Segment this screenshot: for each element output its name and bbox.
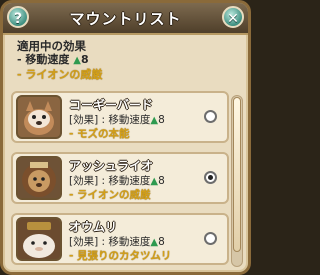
mount-item-ash-lion[interactable]: アッシュライオ [効果] : 移動速度▲8 - ライオンの威厳 <box>11 152 229 204</box>
mount-ability: - ライオンの威厳 <box>69 189 151 201</box>
active-effects-panel: 適用中の効果 - 移動速度 ▲8 - ライオンの威厳 <box>17 39 102 82</box>
help-button[interactable]: ? <box>7 6 29 28</box>
active-effect-speed: - 移動速度 ▲8 <box>17 53 102 68</box>
mount-effect-value: 8 <box>158 114 165 126</box>
mount-effect: [効果] : 移動速度▲8 <box>69 234 165 249</box>
mount-effect-value: 8 <box>158 175 165 187</box>
title-bar: ? マウントリスト ✕ <box>3 3 248 35</box>
window-title: マウントリスト <box>69 10 182 28</box>
mount-select-radio[interactable] <box>204 171 217 184</box>
radio-selected-dot <box>208 175 213 180</box>
close-icon: ✕ <box>227 11 239 27</box>
mount-effect-label: [効果] : 移動速度 <box>69 236 151 248</box>
mount-item-corgi-bird[interactable]: コーギーバード [効果] : 移動速度▲8 - モズの本能 <box>11 91 229 143</box>
active-effects-heading: 適用中の効果 <box>17 39 86 53</box>
mount-select-radio[interactable] <box>204 110 217 123</box>
up-arrow-icon: ▲ <box>150 176 159 187</box>
mount-ability: - 見張りのカタツムリ <box>69 250 172 262</box>
mount-list-window: ? マウントリスト ✕ 適用中の効果 - 移動速度 ▲8 - ライオンの威厳 コ… <box>0 0 251 275</box>
mount-effect-label: [効果] : 移動速度 <box>69 114 151 126</box>
mount-effect: [効果] : 移動速度▲8 <box>69 112 165 127</box>
mount-portrait <box>16 217 62 261</box>
mount-effect-value: 8 <box>158 236 165 248</box>
mount-item-oumuri[interactable]: オウムリ [効果] : 移動速度▲8 - 見張りのカタツムリ <box>11 213 229 265</box>
up-arrow-icon: ▲ <box>73 55 81 66</box>
mount-effect: [効果] : 移動速度▲8 <box>69 173 165 188</box>
active-effect-speed-label: - 移動速度 <box>17 53 70 66</box>
up-arrow-icon: ▲ <box>150 237 159 248</box>
snail-icon <box>18 219 60 259</box>
help-icon: ? <box>13 11 23 27</box>
mount-effect-label: [効果] : 移動速度 <box>69 175 151 187</box>
mount-name: コーギーバード <box>69 98 153 112</box>
ash-lion-icon <box>18 158 60 198</box>
mount-portrait <box>16 95 62 139</box>
scrollbar-thumb[interactable] <box>233 97 241 252</box>
close-button[interactable]: ✕ <box>222 6 244 28</box>
mount-ability: - モズの本能 <box>69 128 130 140</box>
mount-list-scrollbar[interactable] <box>231 95 243 267</box>
active-effect-ability: - ライオンの威厳 <box>17 68 103 81</box>
mount-name: アッシュライオ <box>69 159 154 173</box>
mount-portrait <box>16 156 62 200</box>
active-effect-speed-value: 8 <box>80 53 89 66</box>
mount-select-radio[interactable] <box>204 232 217 245</box>
mount-name: オウムリ <box>69 220 118 234</box>
mount-list: コーギーバード [効果] : 移動速度▲8 - モズの本能 アッシュライオ [効… <box>11 91 229 272</box>
up-arrow-icon: ▲ <box>150 115 159 126</box>
corgi-bird-icon <box>18 97 60 137</box>
